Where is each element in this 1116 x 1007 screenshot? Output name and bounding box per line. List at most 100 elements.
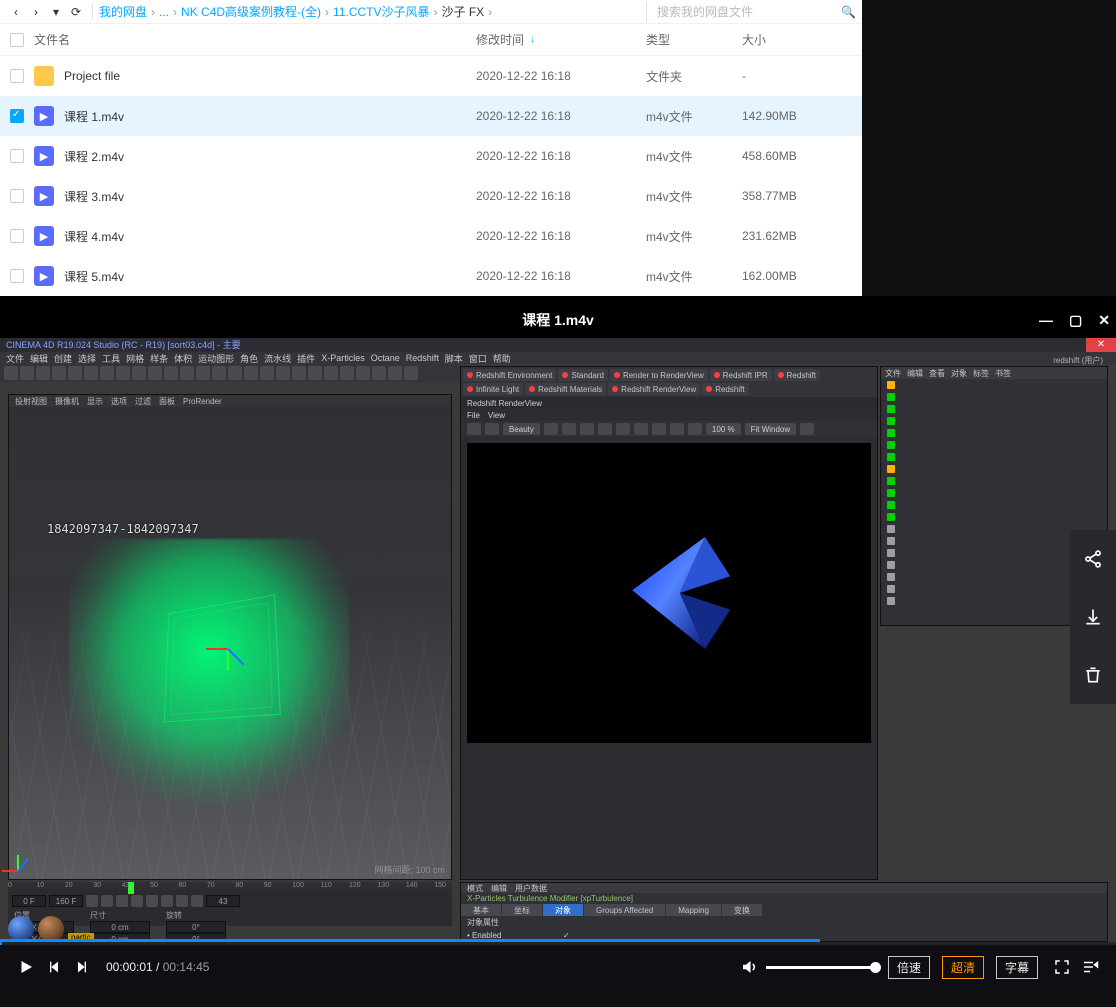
file-name: Project file — [64, 69, 120, 83]
section-label: 对象属性 — [461, 916, 1107, 929]
search-input[interactable] — [657, 5, 841, 19]
play-button[interactable] — [12, 953, 40, 981]
render-panel: Redshift EnvironmentStandardRender to Re… — [460, 366, 878, 880]
maximize-button[interactable]: ▢ — [1069, 312, 1082, 329]
c4d-menubar: 文件编辑创建选择工具网格样条体积运动图形角色流水线插件X-ParticlesOc… — [0, 352, 1116, 364]
file-name: 课程 3.m4v — [64, 188, 124, 205]
col-modified[interactable]: 修改时间↓ — [476, 31, 646, 48]
table-row[interactable]: Project file 2020-12-22 16:18文件夹- — [0, 56, 862, 96]
crumb-3[interactable]: 沙子 FX — [442, 3, 485, 20]
crumb-root[interactable]: 我的网盘 — [99, 3, 147, 20]
next-button[interactable] — [68, 953, 96, 981]
crumb-ellipsis[interactable]: ... — [159, 5, 169, 19]
video-icon: ▶ — [34, 226, 54, 246]
file-name: 课程 1.m4v — [64, 108, 124, 125]
fit-window: Fit Window — [745, 423, 797, 435]
watermark-text: 1842097347-1842097347 — [47, 523, 199, 535]
rendered-shape — [607, 523, 747, 663]
close-button[interactable]: ✕ — [1098, 312, 1110, 329]
refresh-button[interactable]: ⟳ — [66, 2, 86, 22]
file-name: 课程 2.m4v — [64, 148, 124, 165]
file-size: 458.60MB — [742, 149, 862, 163]
playlist-button[interactable] — [1076, 953, 1104, 981]
fullscreen-button[interactable] — [1048, 953, 1076, 981]
search-icon[interactable]: 🔍 — [841, 5, 856, 19]
crumb-1[interactable]: NK C4D高级案例教程-(全) — [181, 3, 321, 20]
file-mod: 2020-12-22 16:18 — [476, 109, 646, 123]
quality-button[interactable]: 超清 — [942, 956, 984, 979]
table-row[interactable]: ▶ 课程 4.m4v 2020-12-22 16:18m4v文件231.62MB — [0, 216, 862, 256]
table-row[interactable]: ▶课程 1.m4v2020-12-22 16:18m4v文件142.90MB — [0, 96, 862, 136]
file-mod: 2020-12-22 16:18 — [476, 69, 646, 83]
c4d-viewport: 投射视图摄像机显示选项过滤面板ProRender 1842097347-1842… — [8, 394, 452, 880]
file-type: m4v文件 — [646, 188, 742, 205]
file-name: 课程 5.m4v — [64, 268, 124, 285]
grid-info: 网格间距: 100 cm — [374, 863, 445, 876]
share-button[interactable] — [1070, 530, 1116, 588]
row-checkbox[interactable] — [10, 189, 24, 203]
row-checkbox[interactable] — [10, 69, 24, 83]
file-size: - — [742, 69, 862, 83]
download-button[interactable] — [1070, 588, 1116, 646]
volume-slider[interactable] — [766, 966, 876, 969]
table-row[interactable]: ▶课程 5.m4v2020-12-22 16:18m4v文件162.00MB — [0, 256, 862, 296]
zoom-value: 100 % — [706, 423, 741, 435]
layout-label: redshift (用户) — [1053, 355, 1103, 366]
file-type: m4v文件 — [646, 228, 742, 245]
row-checkbox[interactable] — [10, 149, 24, 163]
row-checkbox[interactable] — [10, 229, 24, 243]
video-titlebar: 课程 1.m4v — ▢ ✕ — [0, 302, 1116, 338]
row-checkbox[interactable] — [10, 109, 24, 123]
crumb-2[interactable]: 11.CCTV沙子风暴 — [333, 3, 429, 20]
dropdown-history-button[interactable]: ▾ — [46, 2, 66, 22]
file-mod: 2020-12-22 16:18 — [476, 189, 646, 203]
col-name[interactable]: 文件名 — [34, 31, 476, 48]
table-row[interactable]: ▶课程 2.m4v2020-12-22 16:18m4v文件458.60MB — [0, 136, 862, 176]
transform-gizmo — [217, 639, 237, 659]
table-row[interactable]: ▶ 课程 3.m4v 2020-12-22 16:18m4v文件358.77MB — [0, 176, 862, 216]
timeline-panel: 0102030435060708090100110120130140150 0 … — [8, 882, 452, 926]
col-type[interactable]: 类型 — [646, 31, 742, 48]
select-all-checkbox[interactable] — [10, 33, 24, 47]
file-mod: 2020-12-22 16:18 — [476, 229, 646, 243]
file-size: 162.00MB — [742, 269, 862, 283]
file-size: 142.90MB — [742, 109, 862, 123]
file-type: m4v文件 — [646, 268, 742, 285]
minimize-button[interactable]: — — [1039, 312, 1053, 328]
file-size: 358.77MB — [742, 189, 862, 203]
file-type: m4v文件 — [646, 148, 742, 165]
time-display: 00:00:01 / 00:14:45 — [106, 960, 209, 974]
frame-end: 160 F — [49, 895, 83, 907]
axis-icon — [17, 849, 39, 871]
side-action-bar — [1070, 530, 1116, 704]
cloud-file-pane: ‹ › ▾ ⟳ 我的网盘› ...› NK C4D高级案例教程-(全)› 11.… — [0, 0, 862, 296]
col-size[interactable]: 大小 — [742, 31, 862, 48]
forward-button[interactable]: › — [26, 2, 46, 22]
frame-current: 43 — [206, 895, 240, 907]
player-controls: 00:00:01 / 00:14:45 倍速 超清 字幕 — [0, 945, 1116, 989]
video-icon: ▶ — [34, 186, 54, 206]
prev-button[interactable] — [40, 953, 68, 981]
folder-icon — [34, 66, 54, 86]
speed-button[interactable]: 倍速 — [888, 956, 930, 979]
volume-control[interactable] — [740, 958, 876, 976]
search-box: 🔍 — [646, 2, 856, 22]
table-header: 文件名 修改时间↓ 类型 大小 — [0, 24, 862, 56]
progress-bar[interactable] — [0, 942, 1116, 945]
renderview-title: Redshift RenderView — [461, 397, 877, 409]
attribute-manager: 模式编辑用户数据 X-Particles Turbulence Modifier… — [460, 882, 1108, 942]
row-checkbox[interactable] — [10, 269, 24, 283]
c4d-window-title: CINEMA 4D R19.024 Studio (RC - R19) [sor… — [0, 338, 1116, 352]
frame-start: 0 F — [12, 895, 46, 907]
node-title: X-Particles Turbulence Modifier [xpTurbu… — [461, 893, 1107, 904]
back-button[interactable]: ‹ — [6, 2, 26, 22]
delete-button[interactable] — [1070, 646, 1116, 704]
renderview-toolbar: Beauty 100 % Fit Window — [461, 421, 877, 437]
file-name: 课程 4.m4v — [64, 228, 124, 245]
subtitle-button[interactable]: 字幕 — [996, 956, 1038, 979]
file-mod: 2020-12-22 16:18 — [476, 269, 646, 283]
sort-desc-icon: ↓ — [530, 34, 535, 45]
file-type: 文件夹 — [646, 68, 742, 85]
file-size: 231.62MB — [742, 229, 862, 243]
render-output — [467, 443, 871, 743]
